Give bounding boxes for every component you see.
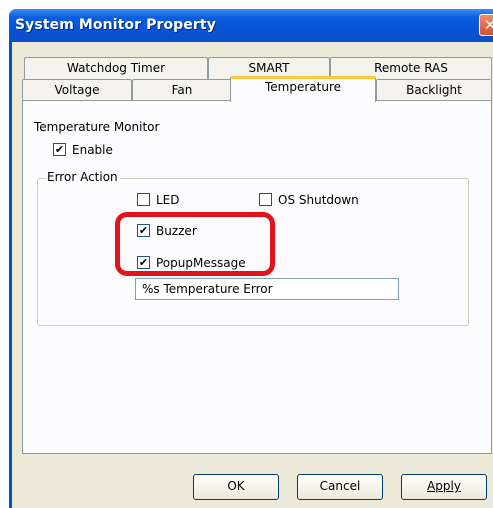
system-monitor-property-window: System Monitor Property ✕ Watchdog Timer…: [0, 0, 493, 508]
check-icon: ✔: [138, 224, 149, 237]
tab-label: Watchdog Timer: [66, 61, 166, 75]
enable-checkbox[interactable]: ✔: [53, 143, 66, 156]
close-button[interactable]: ✕: [479, 14, 493, 36]
title-bar[interactable]: System Monitor Property ✕: [9, 9, 493, 42]
popup-message-label: PopupMessage: [156, 256, 246, 270]
window-title: System Monitor Property: [15, 17, 216, 33]
ok-button-label: OK: [227, 479, 245, 493]
os-shutdown-label: OS Shutdown: [278, 193, 359, 207]
apply-button-label: Apply: [427, 479, 461, 493]
tab-backlight[interactable]: Backlight: [376, 79, 492, 101]
tab-label: Backlight: [406, 83, 462, 97]
tab-temperature[interactable]: Temperature: [230, 76, 376, 102]
buzzer-checkbox[interactable]: ✔: [137, 224, 150, 237]
tab-voltage[interactable]: Voltage: [22, 79, 132, 101]
enable-label: Enable: [72, 143, 113, 157]
tab-label: Temperature: [264, 80, 341, 94]
tab-label: SMART: [248, 61, 290, 75]
tab-fan[interactable]: Fan: [132, 79, 232, 101]
buzzer-label: Buzzer: [156, 224, 197, 238]
cancel-button-label: Cancel: [319, 479, 361, 493]
tab-label: Voltage: [54, 83, 100, 97]
check-icon: ✔: [138, 256, 149, 269]
error-action-groupbox: [37, 178, 469, 326]
temperature-monitor-heading: Temperature Monitor: [34, 120, 160, 134]
tab-watchdog-timer[interactable]: Watchdog Timer: [24, 57, 208, 79]
os-shutdown-checkbox[interactable]: [259, 193, 272, 206]
led-checkbox[interactable]: [137, 193, 150, 206]
tab-label: Remote RAS: [374, 61, 448, 75]
popup-message-checkbox[interactable]: ✔: [137, 256, 150, 269]
check-icon: ✔: [54, 143, 65, 156]
close-icon: ✕: [483, 16, 493, 34]
cancel-button[interactable]: Cancel: [297, 474, 383, 500]
apply-button[interactable]: Apply: [401, 474, 487, 500]
led-label: LED: [156, 193, 180, 207]
ok-button[interactable]: OK: [193, 474, 279, 500]
tab-label: Fan: [171, 83, 193, 97]
error-action-heading: Error Action: [45, 170, 120, 184]
popup-message-text-field[interactable]: [135, 278, 399, 300]
